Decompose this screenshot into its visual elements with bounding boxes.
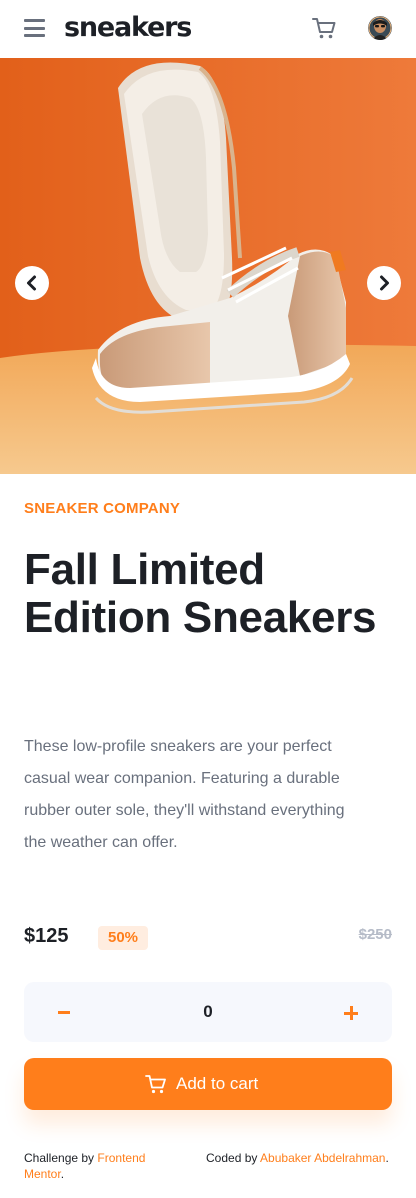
product-image [0,58,416,474]
brand-logo[interactable]: sneakers [64,9,192,47]
discount-badge: 50% [98,926,149,950]
product-description: These low-profile sneakers are your perf… [24,738,345,851]
company-label: SNEAKER COMPANY [24,500,181,517]
add-to-cart-label: Add to cart [176,1074,259,1093]
gallery-previous-button[interactable] [15,266,49,300]
footer-credit: Coded by Abubaker Abdelrahman. [206,1150,396,1166]
user-avatar[interactable] [368,16,392,40]
quantity-value: 0 [203,1002,213,1021]
chevron-right-icon [380,275,389,291]
credit-text: Coded by [206,1151,261,1165]
original-price: $250 [358,926,392,943]
chevron-left-icon [27,275,36,291]
plus-icon[interactable] [344,1006,358,1020]
hamburger-menu-icon[interactable] [24,19,45,37]
current-price: $125 [24,925,69,947]
credit-suffix: . [385,1151,389,1165]
author-link[interactable]: Abubaker Abdelrahman [260,1151,385,1165]
cart-icon [145,1075,166,1094]
add-to-cart-button[interactable]: Add to cart [24,1058,392,1110]
gallery-next-button[interactable] [367,266,401,300]
product-title: Fall Limited Edition Sneakers [24,545,377,642]
quantity-stepper: 0 [24,982,392,1042]
top-navbar: sneakers [0,0,416,58]
attribution-suffix: . [60,1167,65,1181]
footer-attribution: Challenge by Frontend Mentor. [24,1150,184,1182]
attribution-text: Challenge by [24,1151,98,1165]
cart-icon[interactable] [311,15,337,41]
